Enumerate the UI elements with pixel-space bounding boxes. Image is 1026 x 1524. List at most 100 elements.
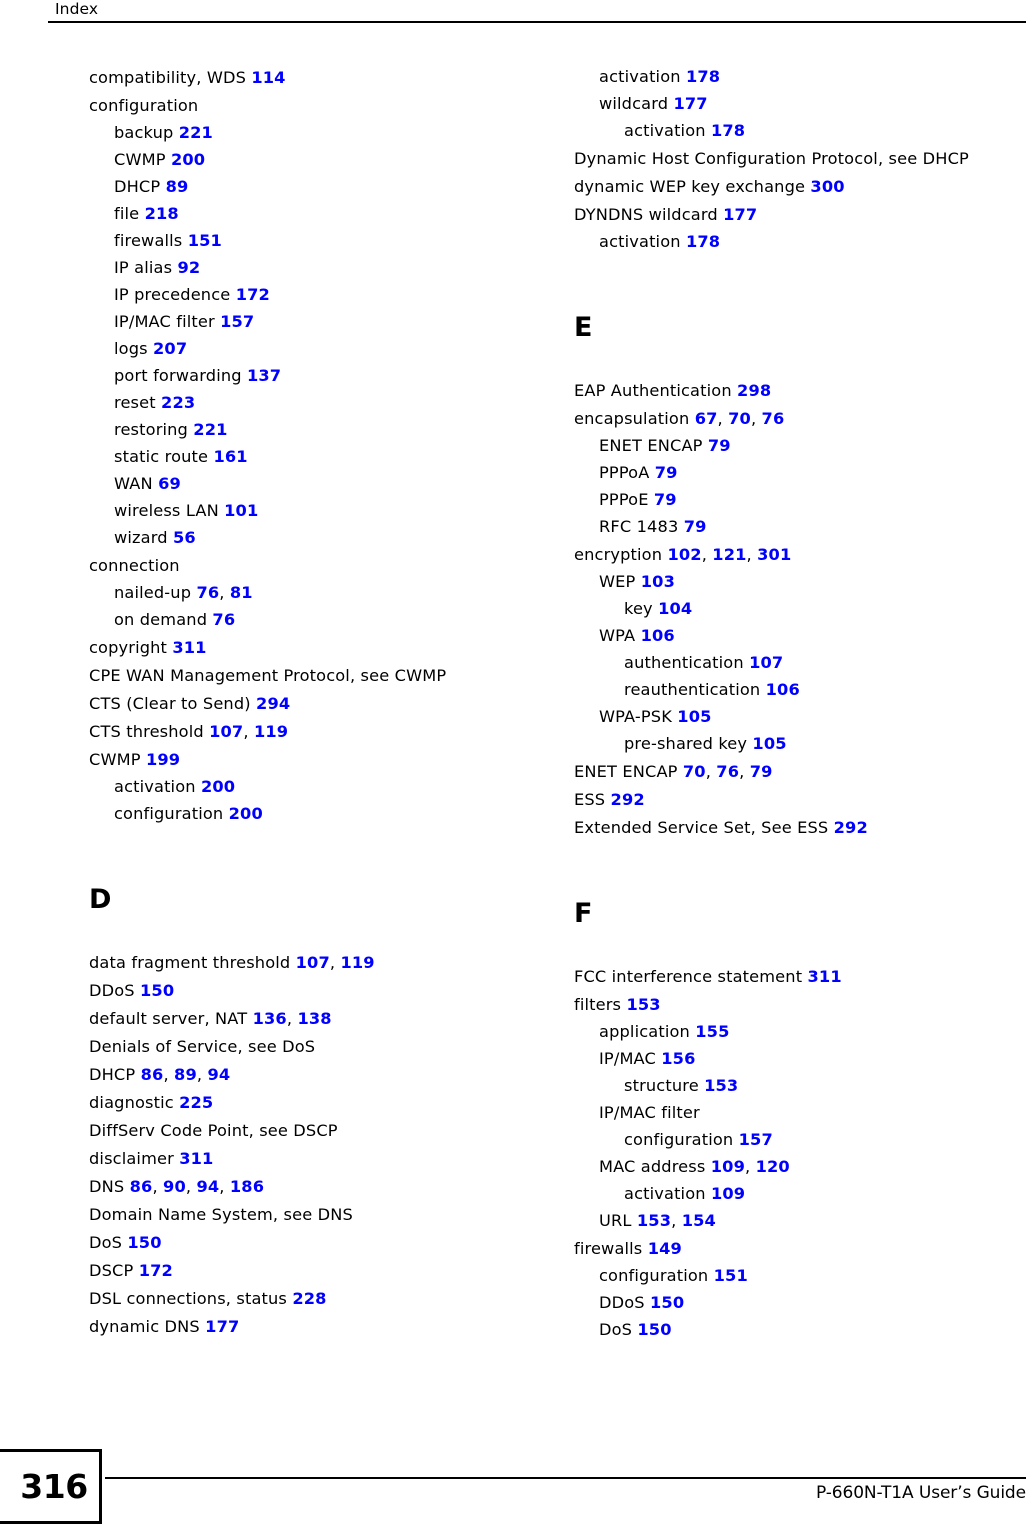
page-ref-link[interactable]: 311 bbox=[808, 967, 842, 986]
page-ref-link[interactable]: 177 bbox=[723, 205, 757, 224]
page-ref-link[interactable]: 199 bbox=[146, 750, 180, 769]
index-entry: DiffServ Code Point, see DSCP bbox=[89, 1111, 519, 1139]
page-ref-link[interactable]: 150 bbox=[140, 981, 174, 1000]
page-ref-link[interactable]: 151 bbox=[714, 1266, 748, 1285]
page-ref-link[interactable]: 149 bbox=[648, 1239, 682, 1258]
page-ref-link[interactable]: 101 bbox=[224, 501, 258, 520]
page-ref-link[interactable]: 157 bbox=[220, 312, 254, 331]
entry-term: configuration bbox=[114, 803, 224, 823]
page-ref-link[interactable]: 106 bbox=[641, 626, 675, 645]
page-ref-link[interactable]: 221 bbox=[179, 123, 213, 142]
entry-page-refs: 150 bbox=[632, 1320, 672, 1339]
page-ref-link[interactable]: 172 bbox=[236, 285, 270, 304]
page-ref-link[interactable]: 109 bbox=[711, 1184, 745, 1203]
page-ref-link[interactable]: 150 bbox=[637, 1320, 671, 1339]
page-ref-link[interactable]: 225 bbox=[179, 1093, 213, 1112]
page-ref-link[interactable]: 79 bbox=[654, 490, 677, 509]
page-ref-link[interactable]: 223 bbox=[161, 393, 195, 412]
page-ref-link[interactable]: 105 bbox=[677, 707, 711, 726]
page-ref-link[interactable]: 218 bbox=[145, 204, 179, 223]
page-ref-link[interactable]: 155 bbox=[695, 1022, 729, 1041]
page-ref-link[interactable]: 120 bbox=[756, 1157, 790, 1176]
page-ref-link[interactable]: 150 bbox=[127, 1233, 161, 1252]
page-ref-link[interactable]: 76 bbox=[196, 583, 219, 602]
page-ref-link[interactable]: 94 bbox=[196, 1177, 219, 1196]
page-ref-link[interactable]: 92 bbox=[177, 258, 200, 277]
page-ref-link[interactable]: 67 bbox=[695, 409, 718, 428]
page-ref-link[interactable]: 150 bbox=[650, 1293, 684, 1312]
index-entry: dynamic DNS 177 bbox=[89, 1307, 519, 1335]
page-ref-link[interactable]: 109 bbox=[711, 1157, 745, 1176]
page-ref-link[interactable]: 89 bbox=[174, 1065, 197, 1084]
index-entry: disclaimer 311 bbox=[89, 1139, 519, 1167]
page-ref-link[interactable]: 90 bbox=[163, 1177, 186, 1196]
page-ref-link[interactable]: 294 bbox=[256, 694, 290, 713]
page-ref-link[interactable]: 153 bbox=[626, 995, 660, 1014]
page-ref-link[interactable]: 154 bbox=[682, 1211, 716, 1230]
page-ref-link[interactable]: 161 bbox=[213, 447, 247, 466]
page-ref-link[interactable]: 200 bbox=[171, 150, 205, 169]
page-ref-link[interactable]: 311 bbox=[179, 1149, 213, 1168]
page-ref-link[interactable]: 102 bbox=[667, 545, 701, 564]
page-ref-link[interactable]: 89 bbox=[166, 177, 189, 196]
page-ref-link[interactable]: 153 bbox=[637, 1211, 671, 1230]
page-ref-link[interactable]: 121 bbox=[712, 545, 746, 564]
index-entry: DHCP 89 bbox=[114, 168, 519, 195]
index-entry: Denials of Service, see DoS bbox=[89, 1027, 519, 1055]
page-ref-link[interactable]: 56 bbox=[173, 528, 196, 547]
page-ref-link[interactable]: 298 bbox=[737, 381, 771, 400]
page-ref-link[interactable]: 76 bbox=[716, 762, 739, 781]
page-ref-link[interactable]: 186 bbox=[230, 1177, 264, 1196]
index-entry: key 104 bbox=[624, 590, 1026, 617]
page-ref-link[interactable]: 79 bbox=[655, 463, 678, 482]
page-ref-link[interactable]: 311 bbox=[172, 638, 206, 657]
page-ref-link[interactable]: 156 bbox=[661, 1049, 695, 1068]
page-ref-link[interactable]: 157 bbox=[739, 1130, 773, 1149]
page-ref-link[interactable]: 151 bbox=[188, 231, 222, 250]
page-ref-link[interactable]: 200 bbox=[201, 777, 235, 796]
page-ref-link[interactable]: 69 bbox=[158, 474, 181, 493]
page-ref-link[interactable]: 81 bbox=[230, 583, 253, 602]
page-ref-link[interactable]: 119 bbox=[340, 953, 374, 972]
page-ref-link[interactable]: 137 bbox=[247, 366, 281, 385]
page-ref-link[interactable]: 107 bbox=[749, 653, 783, 672]
page-ref-link[interactable]: 207 bbox=[153, 339, 187, 358]
page-ref-link[interactable]: 136 bbox=[253, 1009, 287, 1028]
page-ref-link[interactable]: 76 bbox=[212, 610, 235, 629]
page-ref-link[interactable]: 178 bbox=[686, 232, 720, 251]
page-ref-link[interactable]: 300 bbox=[810, 177, 844, 196]
page-ref-link[interactable]: 114 bbox=[251, 68, 285, 87]
page-ref-link[interactable]: 70 bbox=[683, 762, 706, 781]
page-ref-link[interactable]: 119 bbox=[254, 722, 288, 741]
page-ref-link[interactable]: 228 bbox=[292, 1289, 326, 1308]
page-ref-link[interactable]: 138 bbox=[297, 1009, 331, 1028]
page-ref-link[interactable]: 177 bbox=[205, 1317, 239, 1336]
page-ref-link[interactable]: 94 bbox=[207, 1065, 230, 1084]
page-ref-link[interactable]: 178 bbox=[711, 121, 745, 140]
page-ref-link[interactable]: 200 bbox=[229, 804, 263, 823]
page-ref-link[interactable]: 103 bbox=[641, 572, 675, 591]
page-ref-link[interactable]: 76 bbox=[762, 409, 785, 428]
entry-page-refs: 177 bbox=[668, 94, 708, 113]
page-ref-link[interactable]: 107 bbox=[296, 953, 330, 972]
page-ref-link[interactable]: 86 bbox=[130, 1177, 153, 1196]
page-ref-link[interactable]: 79 bbox=[750, 762, 773, 781]
page-ref-link[interactable]: 79 bbox=[708, 436, 731, 455]
page-ref-link[interactable]: 153 bbox=[704, 1076, 738, 1095]
index-entry: firewalls 149 bbox=[574, 1229, 1026, 1257]
page-ref-link[interactable]: 86 bbox=[141, 1065, 164, 1084]
page-ref-link[interactable]: 107 bbox=[209, 722, 243, 741]
page-ref-link[interactable]: 292 bbox=[611, 790, 645, 809]
entry-term: CWMP bbox=[114, 149, 166, 169]
page-ref-link[interactable]: 172 bbox=[139, 1261, 173, 1280]
page-ref-link[interactable]: 221 bbox=[193, 420, 227, 439]
page-ref-link[interactable]: 106 bbox=[766, 680, 800, 699]
page-ref-link[interactable]: 70 bbox=[728, 409, 751, 428]
page-ref-link[interactable]: 292 bbox=[834, 818, 868, 837]
page-ref-link[interactable]: 104 bbox=[658, 599, 692, 618]
page-ref-link[interactable]: 301 bbox=[757, 545, 791, 564]
page-ref-link[interactable]: 79 bbox=[684, 517, 707, 536]
page-ref-link[interactable]: 105 bbox=[752, 734, 786, 753]
page-ref-link[interactable]: 178 bbox=[686, 67, 720, 86]
page-ref-link[interactable]: 177 bbox=[673, 94, 707, 113]
